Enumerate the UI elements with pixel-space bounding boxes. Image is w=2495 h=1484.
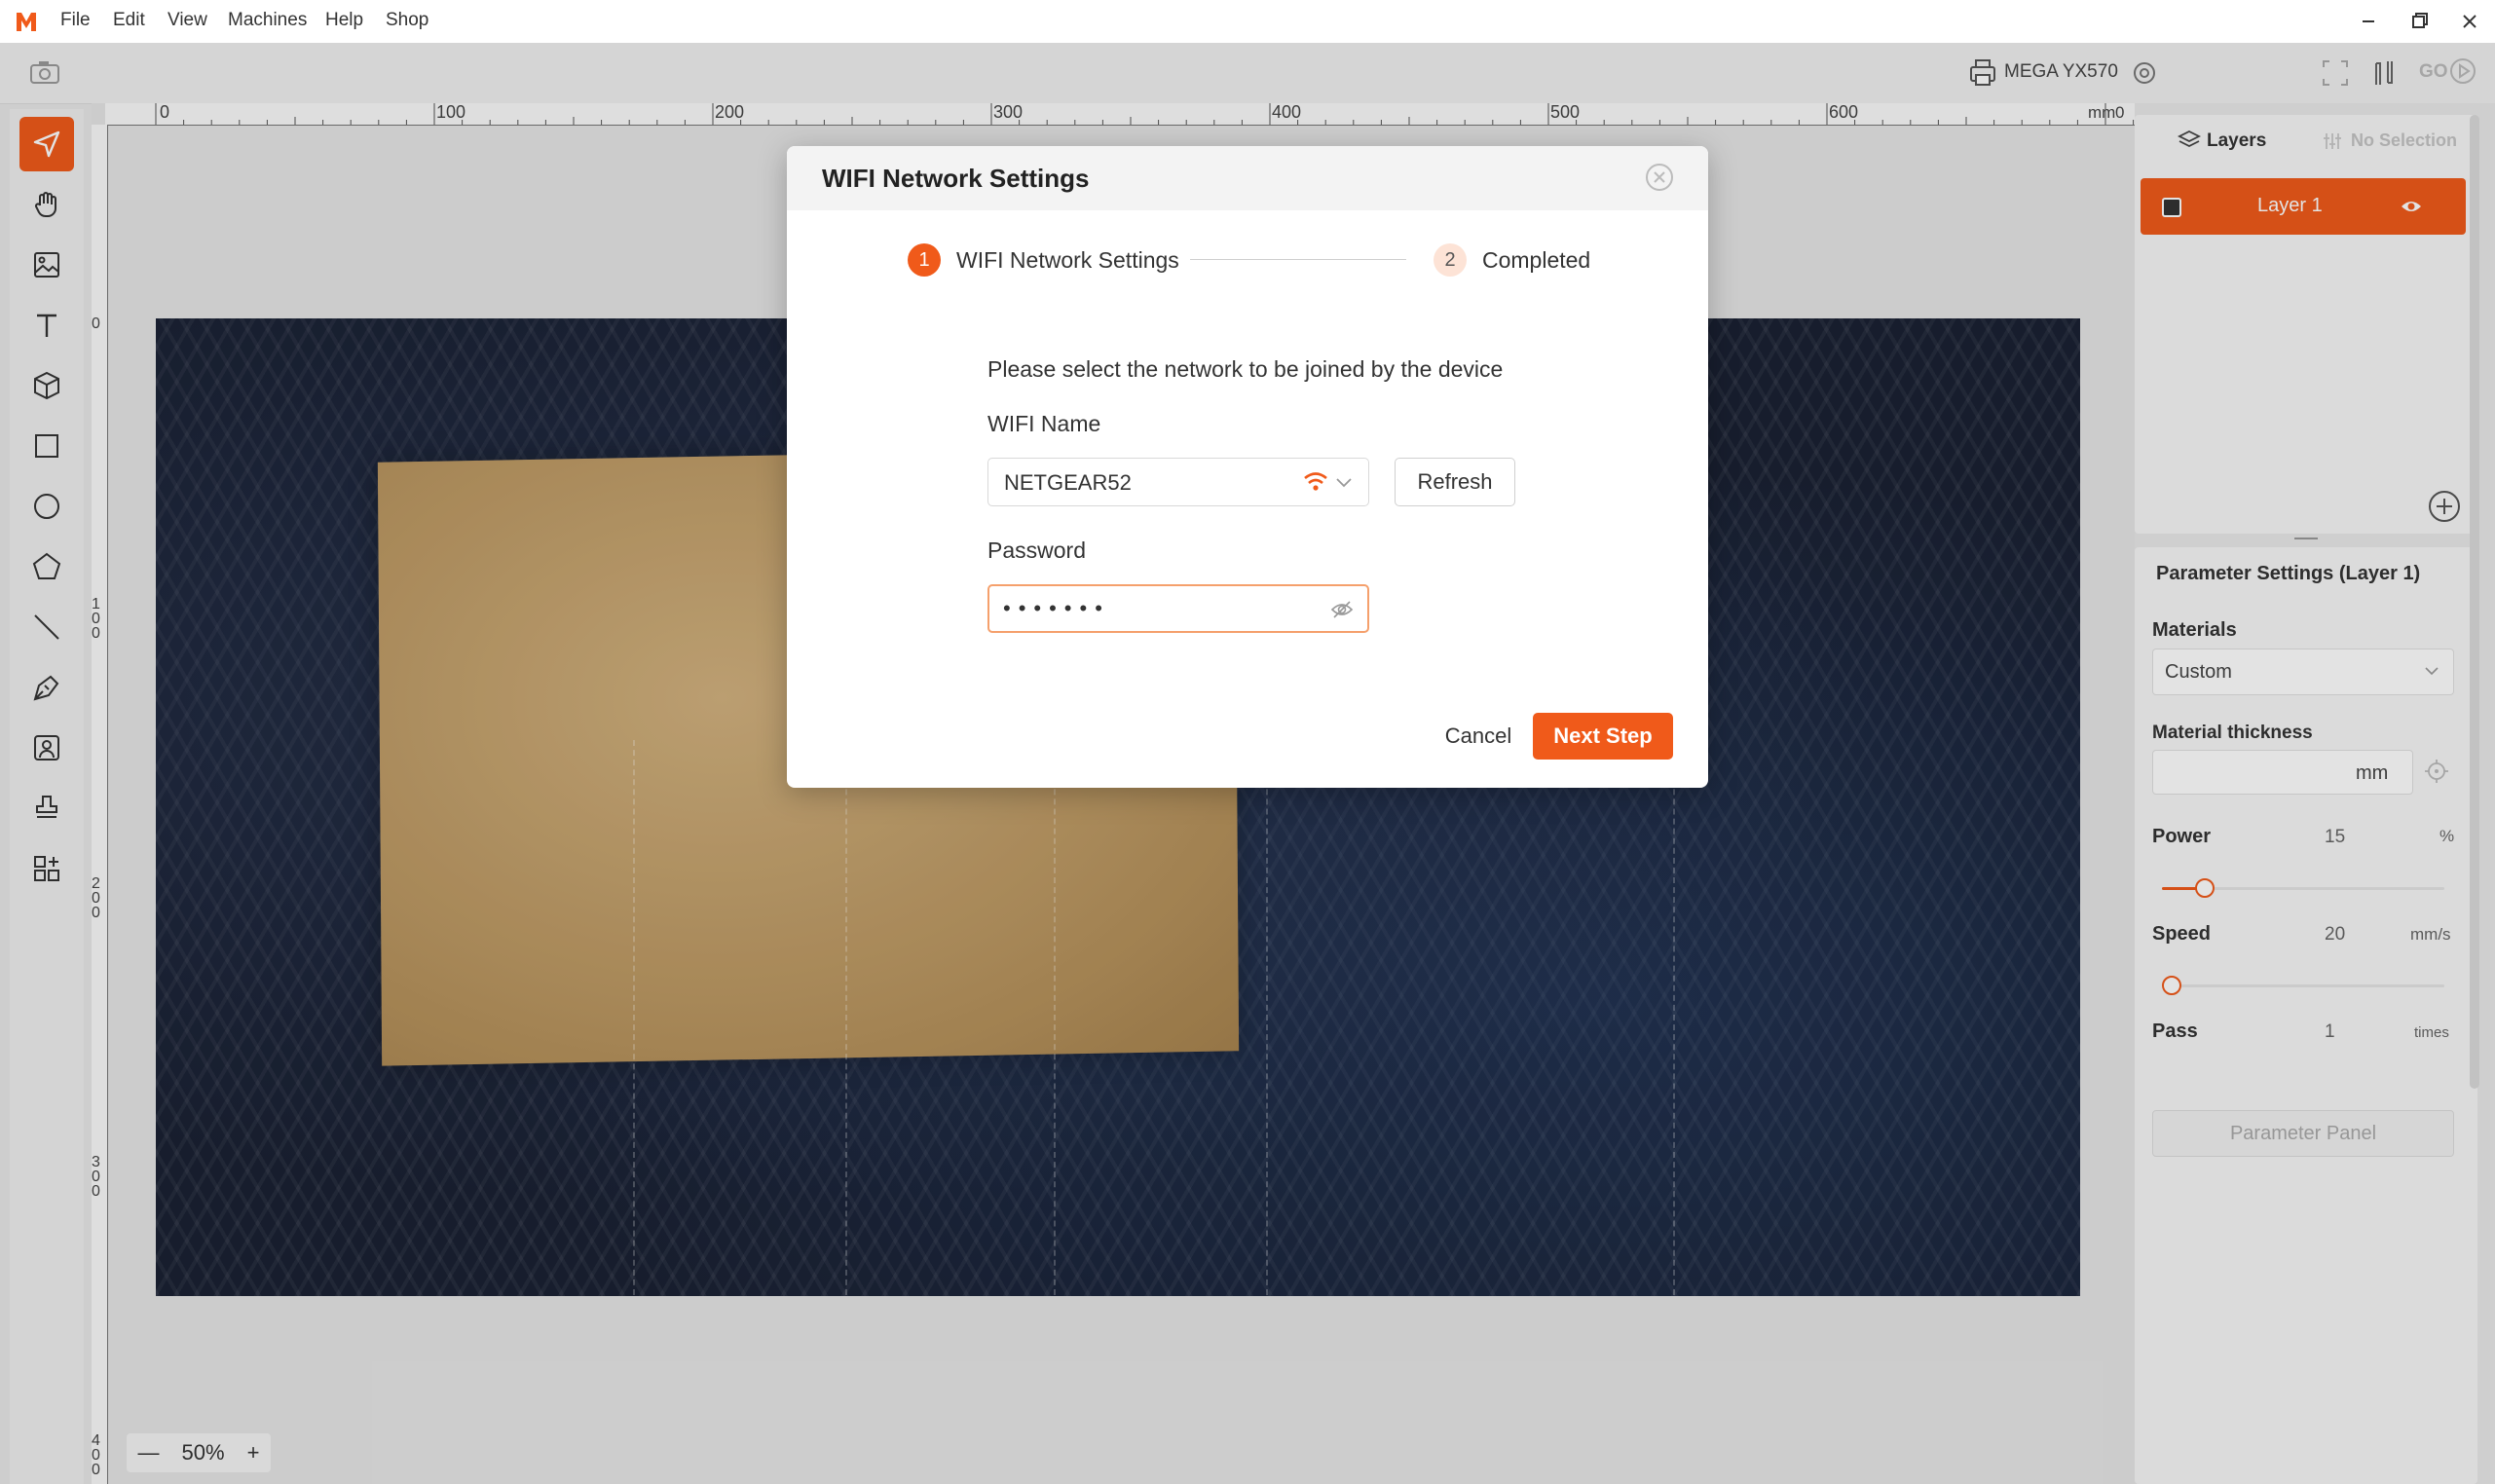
- menu-bar: File Edit View Machines Help Shop: [0, 0, 2495, 44]
- app-logo-icon: [17, 13, 36, 31]
- wifi-name-value: NETGEAR52: [1004, 470, 1132, 495]
- dialog-title: WIFI Network Settings: [822, 164, 1090, 193]
- password-value: •••••••: [1003, 596, 1110, 620]
- password-label: Password: [987, 538, 1086, 563]
- refresh-button[interactable]: Refresh: [1395, 458, 1515, 506]
- cancel-button[interactable]: Cancel: [1430, 713, 1527, 760]
- step-2-badge: 2: [1434, 243, 1467, 277]
- password-input[interactable]: •••••••: [987, 584, 1369, 633]
- menu-file[interactable]: File: [60, 10, 91, 31]
- wifi-icon: [1304, 472, 1327, 491]
- close-icon[interactable]: [1644, 162, 1675, 193]
- menu-edit[interactable]: Edit: [113, 10, 145, 31]
- dialog-header: WIFI Network Settings: [787, 146, 1708, 210]
- step-2-label: Completed: [1482, 247, 1591, 273]
- menu-shop[interactable]: Shop: [386, 10, 428, 31]
- wifi-name-select[interactable]: NETGEAR52: [987, 458, 1369, 506]
- step-1-label: WIFI Network Settings: [956, 247, 1179, 273]
- next-step-button[interactable]: Next Step: [1533, 713, 1673, 760]
- menu-help[interactable]: Help: [325, 10, 363, 31]
- step-connector: [1190, 259, 1406, 260]
- eye-off-icon[interactable]: [1330, 599, 1354, 620]
- restore-icon[interactable]: [2400, 6, 2439, 37]
- wifi-name-label: WIFI Name: [987, 411, 1101, 436]
- minimize-icon[interactable]: [2349, 6, 2388, 37]
- close-window-icon[interactable]: [2450, 6, 2489, 37]
- step-1-badge: 1: [908, 243, 941, 277]
- menu-machines[interactable]: Machines: [228, 10, 307, 31]
- network-prompt: Please select the network to be joined b…: [987, 356, 1504, 382]
- chevron-down-icon: [1336, 478, 1352, 488]
- wifi-settings-dialog: WIFI Network Settings 1 WIFI Network Set…: [787, 146, 1708, 788]
- menu-view[interactable]: View: [168, 10, 207, 31]
